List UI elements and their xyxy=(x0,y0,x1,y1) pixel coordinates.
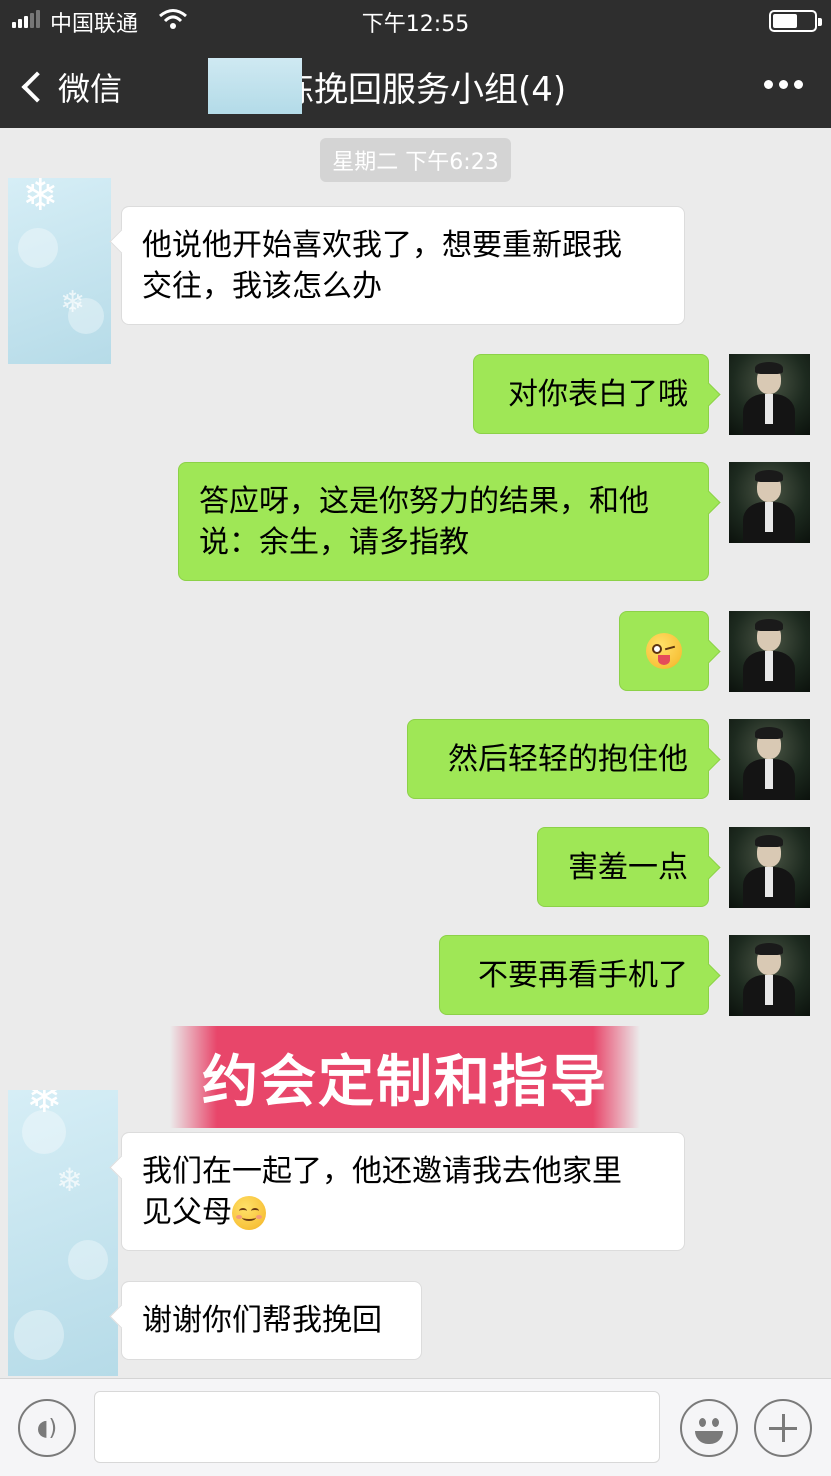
emoji-button[interactable] xyxy=(680,1399,738,1457)
back-button[interactable]: 微信 xyxy=(18,64,122,110)
snowflake-icon: ❄ xyxy=(22,178,59,221)
more-dot-icon xyxy=(794,80,803,89)
avatar[interactable] xyxy=(729,827,810,908)
voice-input-button[interactable]: ◖) xyxy=(18,1399,76,1457)
message-bubble-outgoing[interactable] xyxy=(619,611,709,691)
chat-screen: 中国联通 下午12:55 微信 练挽回服务小组(4) 星期二 下午6:23 ❄ … xyxy=(0,0,831,1476)
title-redaction xyxy=(208,58,302,114)
nav-bar: 微信 练挽回服务小组(4) xyxy=(0,42,831,128)
more-options-button[interactable] xyxy=(764,80,803,89)
chat-title: 练挽回服务小组(4) xyxy=(280,70,567,110)
message-bubble-incoming[interactable]: 他说他开始喜欢我了，想要重新跟我 交往，我该怎么办 xyxy=(121,206,685,325)
status-bar: 中国联通 下午12:55 xyxy=(0,0,831,42)
avatar[interactable]: ❄ ❄ xyxy=(8,1090,118,1376)
more-dot-icon xyxy=(764,80,773,89)
more-dot-icon xyxy=(779,80,788,89)
input-bar: ◖) xyxy=(0,1378,831,1476)
snowflake-icon: ❄ xyxy=(60,285,86,320)
avatar[interactable] xyxy=(729,719,810,800)
more-actions-button[interactable] xyxy=(754,1399,812,1457)
avatar[interactable] xyxy=(729,462,810,543)
promo-banner: 约会定制和指导 xyxy=(170,1026,640,1128)
avatar[interactable] xyxy=(729,935,810,1016)
message-bubble-incoming[interactable]: 谢谢你们帮我挽回 xyxy=(121,1281,422,1360)
snowflake-icon: ❄ xyxy=(56,1161,83,1199)
battery-icon xyxy=(769,10,822,32)
status-time: 下午12:55 xyxy=(361,12,470,37)
banner-text: 约会定制和指导 xyxy=(202,1049,608,1115)
back-label: 微信 xyxy=(58,70,123,108)
avatar[interactable] xyxy=(729,354,810,435)
message-bubble-outgoing[interactable]: 不要再看手机了 xyxy=(439,935,709,1015)
message-input[interactable] xyxy=(94,1391,660,1463)
message-bubble-outgoing[interactable]: 害羞一点 xyxy=(537,827,709,907)
message-bubble-outgoing[interactable]: 对你表白了哦 xyxy=(473,354,709,434)
message-bubble-outgoing[interactable]: 答应呀，这是你努力的结果，和他 说：余生，请多指教 xyxy=(178,462,709,581)
message-timestamp: 星期二 下午6:23 xyxy=(0,138,831,182)
avatar[interactable]: ❄ ❄ xyxy=(8,178,111,364)
smiling-face-emoji-icon xyxy=(232,1196,266,1230)
voice-icon: ◖) xyxy=(36,1415,58,1441)
snowflake-icon: ❄ xyxy=(26,1090,63,1123)
message-bubble-outgoing[interactable]: 然后轻轻的抱住他 xyxy=(407,719,709,799)
top-bar: 中国联通 下午12:55 微信 练挽回服务小组(4) xyxy=(0,0,831,128)
message-bubble-incoming[interactable]: 我们在一起了，他还邀请我去他家里 见父母 xyxy=(121,1132,685,1251)
winking-face-emoji-icon xyxy=(646,633,682,669)
chevron-left-icon xyxy=(21,71,53,103)
avatar[interactable] xyxy=(729,611,810,692)
